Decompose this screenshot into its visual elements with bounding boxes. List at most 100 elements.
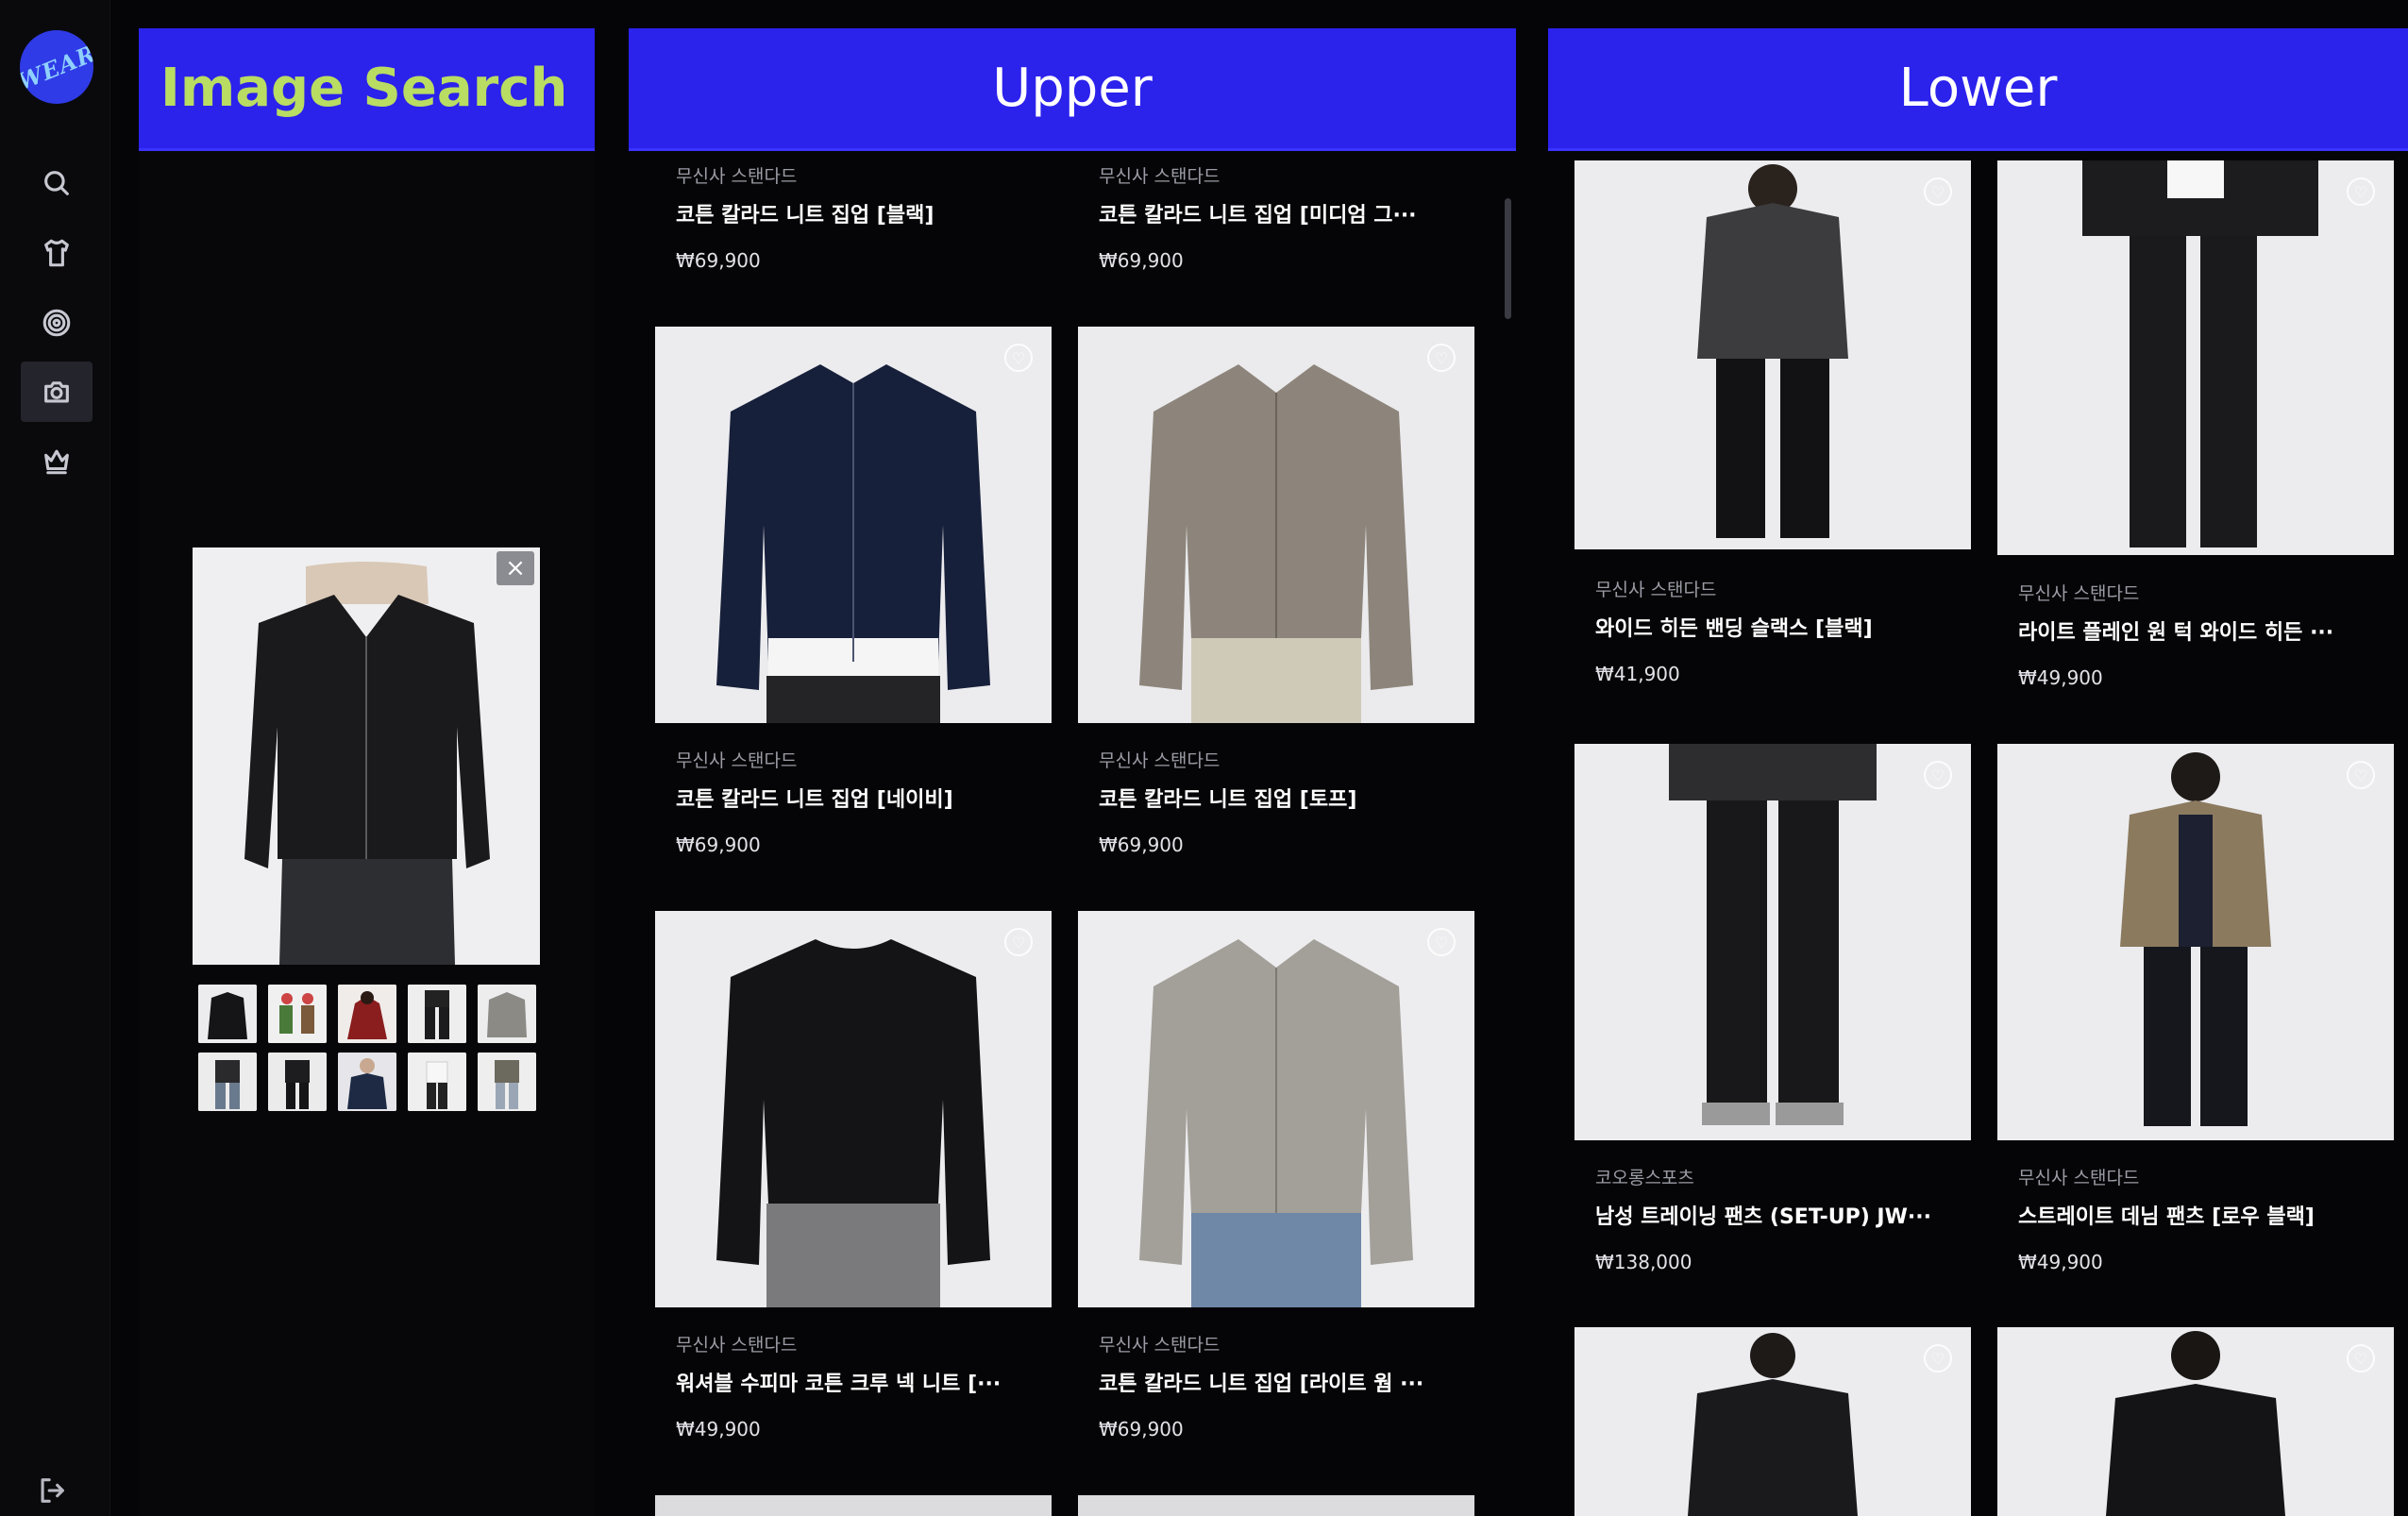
upper-scrollbar[interactable] (1505, 198, 1511, 319)
product-brand: 무신사 스탠다드 (676, 166, 798, 187)
crown-icon (44, 449, 69, 475)
product-name[interactable]: 코튼 칼라드 니트 집업 [토프] (1099, 783, 1356, 813)
product-card[interactable]: ♡ 무신사 스탠다드 코튼 칼라드 니트 집업 [네이비] ₩69,900 (655, 327, 1052, 874)
product-name[interactable]: 와이드 히든 밴딩 슬랙스 [블랙] (1595, 612, 1873, 642)
product-card[interactable]: ♡ 무신사 스탠다드 라이트 플레인 원 턱 와이드 히든 ··· ₩49,90… (1997, 160, 2394, 708)
product-price: ₩69,900 (1099, 249, 1184, 272)
sidebar-item-image-search[interactable] (21, 362, 93, 422)
product-brand: 코오롱스포츠 (1595, 1168, 1694, 1188)
product-brand: 무신사 스탠다드 (676, 750, 798, 771)
product-card[interactable]: ♡ (1574, 1327, 1971, 1516)
product-image[interactable] (1078, 1495, 1474, 1516)
product-image[interactable] (655, 1495, 1052, 1516)
target-icon (42, 309, 71, 337)
product-name[interactable]: 코튼 칼라드 니트 집업 [미디엄 그··· (1099, 198, 1417, 228)
product-name[interactable]: 라이트 플레인 원 턱 와이드 히든 ··· (2018, 615, 2333, 646)
query-image (193, 547, 540, 965)
product-name[interactable]: 남성 트레이닝 팬츠 (SET-UP) JW··· (1595, 1200, 1931, 1230)
product-image[interactable]: ♡ (1997, 1327, 2394, 1516)
product-card[interactable]: ♡ 무신사 스탠다드 워셔블 수피마 코튼 크루 넥 니트 [··· ₩49,9… (655, 911, 1052, 1458)
product-card[interactable] (1078, 1495, 1474, 1516)
query-image-preview (193, 547, 540, 965)
product-card[interactable]: 무신사 스탠다드 코튼 칼라드 니트 집업 [블랙] ₩69,900 (655, 151, 1052, 293)
product-price: ₩69,900 (676, 834, 761, 856)
close-button[interactable]: × (497, 551, 534, 585)
product-brand: 무신사 스탠다드 (2018, 1168, 2140, 1188)
product-name[interactable]: 코튼 칼라드 니트 집업 [네이비] (676, 783, 953, 813)
app-window: WEAR Image Search × Upper 무신사 스탠다드 코튼 칼라… (0, 0, 2408, 1516)
favorite-heart-icon[interactable]: ♡ (2347, 761, 2375, 789)
thumbnail[interactable] (198, 985, 257, 1043)
product-brand: 무신사 스탠다드 (2018, 583, 2140, 604)
sidebar-rail: WEAR (0, 0, 110, 1516)
favorite-heart-icon[interactable]: ♡ (1004, 344, 1033, 372)
sidebar-item-clothing[interactable] (21, 223, 93, 283)
close-icon: × (505, 554, 526, 582)
product-image[interactable]: ♡ (1078, 911, 1474, 1307)
product-card[interactable]: ♡ 무신사 스탠다드 코튼 칼라드 니트 집업 [토프] ₩69,900 (1078, 327, 1474, 874)
product-image[interactable]: ♡ (1574, 1327, 1971, 1516)
logout-button[interactable] (36, 1474, 68, 1507)
shirt-icon (44, 239, 69, 267)
favorite-heart-icon[interactable]: ♡ (1427, 344, 1456, 372)
product-card[interactable]: ♡ 무신사 스탠다드 와이드 히든 밴딩 슬랙스 [블랙] ₩41,900 (1574, 160, 1971, 708)
favorite-heart-icon[interactable]: ♡ (1924, 1344, 1952, 1373)
thumbnail[interactable] (268, 1053, 327, 1111)
product-price: ₩138,000 (1595, 1251, 1692, 1273)
product-brand: 무신사 스탠다드 (1099, 166, 1221, 187)
product-price: ₩49,900 (676, 1418, 761, 1440)
thumbnail[interactable] (338, 985, 396, 1043)
product-name[interactable]: 스트레이트 데님 팬츠 [로우 블랙] (2018, 1200, 2315, 1230)
sidebar-item-ranking[interactable] (21, 430, 93, 491)
lower-results-grid: ♡ 무신사 스탠다드 와이드 히든 밴딩 슬랙스 [블랙] ₩41,900 ♡ … (1548, 151, 2408, 1516)
product-price: ₩69,900 (1099, 1418, 1184, 1440)
thumbnail[interactable] (408, 985, 466, 1043)
thumbnail[interactable] (268, 985, 327, 1043)
lower-title: Lower (1898, 58, 2058, 119)
sidebar-item-search[interactable] (21, 153, 93, 213)
thumbnail[interactable] (338, 1053, 396, 1111)
image-search-header: Image Search (139, 28, 595, 151)
logo-text: WEAR (20, 39, 93, 95)
product-image[interactable]: ♡ (1574, 160, 1971, 549)
favorite-heart-icon[interactable]: ♡ (1924, 761, 1952, 789)
product-image[interactable]: ♡ (1997, 160, 2394, 555)
product-card[interactable]: ♡ (1997, 1327, 2394, 1516)
upper-header: Upper (629, 28, 1516, 151)
product-image[interactable]: ♡ (1574, 744, 1971, 1140)
product-price: ₩41,900 (1595, 663, 1680, 685)
product-name[interactable]: 워셔블 수피마 코튼 크루 넥 니트 [··· (676, 1367, 1001, 1397)
camera-icon (44, 381, 69, 403)
product-brand: 무신사 스탠다드 (1099, 1335, 1221, 1356)
product-image[interactable]: ♡ (1078, 327, 1474, 723)
favorite-heart-icon[interactable]: ♡ (1924, 177, 1952, 206)
product-brand: 무신사 스탠다드 (676, 1335, 798, 1356)
product-card[interactable]: 무신사 스탠다드 코튼 칼라드 니트 집업 [미디엄 그··· ₩69,900 (1078, 151, 1474, 293)
upper-results-grid: 무신사 스탠다드 코튼 칼라드 니트 집업 [블랙] ₩69,900 무신사 스… (629, 151, 1516, 1516)
product-price: ₩69,900 (676, 249, 761, 272)
sidebar-item-target[interactable] (21, 293, 93, 353)
thumbnail[interactable] (478, 985, 536, 1043)
thumbnail[interactable] (408, 1053, 466, 1111)
product-price: ₩69,900 (1099, 834, 1184, 856)
image-search-title: Image Search (160, 58, 568, 119)
favorite-heart-icon[interactable]: ♡ (1004, 928, 1033, 956)
product-card[interactable]: ♡ 무신사 스탠다드 코튼 칼라드 니트 집업 [라이트 웜 ··· ₩69,9… (1078, 911, 1474, 1458)
product-image[interactable]: ♡ (655, 327, 1052, 723)
product-name[interactable]: 코튼 칼라드 니트 집업 [라이트 웜 ··· (1099, 1367, 1423, 1397)
upper-title: Upper (992, 58, 1153, 119)
logout-icon (41, 1478, 64, 1503)
wear-logo[interactable]: WEAR (20, 30, 93, 104)
product-image[interactable]: ♡ (655, 911, 1052, 1307)
thumbnail[interactable] (478, 1053, 536, 1111)
product-card[interactable]: ♡ 무신사 스탠다드 스트레이트 데님 팬츠 [로우 블랙] ₩49,900 (1997, 744, 2394, 1291)
product-card[interactable] (655, 1495, 1052, 1516)
product-name[interactable]: 코튼 칼라드 니트 집업 [블랙] (676, 198, 934, 228)
favorite-heart-icon[interactable]: ♡ (2347, 1344, 2375, 1373)
product-card[interactable]: ♡ 코오롱스포츠 남성 트레이닝 팬츠 (SET-UP) JW··· ₩138,… (1574, 744, 1971, 1291)
favorite-heart-icon[interactable]: ♡ (2347, 177, 2375, 206)
product-price: ₩49,900 (2018, 1251, 2103, 1273)
product-image[interactable]: ♡ (1997, 744, 2394, 1140)
favorite-heart-icon[interactable]: ♡ (1427, 928, 1456, 956)
thumbnail[interactable] (198, 1053, 257, 1111)
